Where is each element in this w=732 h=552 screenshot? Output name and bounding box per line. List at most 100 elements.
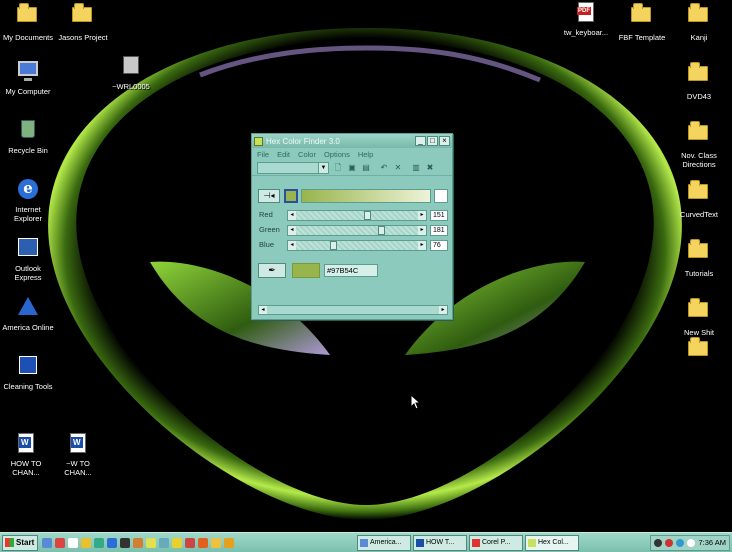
desktop-icon-dvd43[interactable]: DVD43 [669,61,729,101]
red-value-field[interactable]: 151 [430,210,448,221]
paste-icon[interactable]: ▥ [411,163,421,173]
network-icon[interactable] [654,538,663,547]
start-label: Start [16,538,35,547]
blue-slider-thumb[interactable] [330,241,338,250]
hex-value-field[interactable]: #97B54C [324,264,378,277]
aol-icon [17,297,39,319]
task-hex-color-finder[interactable]: Hex Col... [525,534,579,551]
cut-icon[interactable]: ✕ [393,163,403,173]
open-icon[interactable]: ▣ [347,163,357,173]
chevron-down-icon[interactable]: ▼ [318,162,328,173]
hex-color-finder-icon [528,538,536,547]
blue-value-field[interactable]: 76 [430,240,448,251]
eyedropper-button[interactable]: ✒ [258,263,286,278]
search-icon[interactable] [159,537,169,548]
emoji-icon[interactable] [211,537,221,548]
show-desktop-icon[interactable] [42,537,52,548]
right-arrow-icon[interactable]: ▸ [418,241,426,250]
left-arrow-icon[interactable]: ◂ [288,226,296,235]
current-color-swatch[interactable] [284,189,298,203]
desktop-icon-cleaning-tools[interactable]: Cleaning Tools [0,356,58,391]
start-button[interactable]: Start [2,534,38,551]
smiley-icon[interactable] [146,537,156,548]
clock[interactable]: 7:36 AM [698,538,726,547]
menu-color[interactable]: Color [298,150,316,159]
desktop-icon-recycle-bin[interactable]: Recycle Bin [0,120,58,155]
desktop-icon-w-to-chan[interactable]: ~W TO CHAN... [48,433,108,477]
delete-icon[interactable]: ✖ [425,163,435,173]
close-button[interactable]: × [439,136,450,146]
window-title: Hex Color Finder 3.0 [266,136,340,146]
folder-icon [688,3,710,29]
pdf-document-icon [575,2,597,24]
right-arrow-icon[interactable]: ▸ [418,226,426,235]
temp-file-icon [120,56,142,78]
desktop-icon-america-online[interactable]: America Online [0,297,58,332]
green-value-field[interactable]: 181 [430,225,448,236]
volume-icon[interactable] [676,538,685,547]
green-slider-thumb[interactable] [377,226,385,235]
menu-file[interactable]: File [257,150,269,159]
desktop-icon-kanji[interactable]: Kanji [669,2,729,42]
quick-launch [42,537,237,548]
color-combo[interactable]: ▼ [257,161,329,174]
media-icon[interactable] [198,537,208,548]
pin-button[interactable]: ⊣◂ [258,189,280,203]
desktop-icon-nov-class-directions[interactable]: Nov. Class Directions [669,120,729,169]
desktop-icon-outlook-express[interactable]: Outlook Express [0,238,58,282]
desktop-icon-curvedtext[interactable]: CurvedText [669,179,729,219]
undo-icon[interactable]: ↶ [379,163,389,173]
desktop-icon-folder[interactable] [669,336,729,367]
messenger-icon[interactable] [81,537,91,548]
tool-icon[interactable] [224,537,234,548]
right-arrow-icon[interactable]: ▸ [418,211,426,220]
desktop-icon-my-computer[interactable]: My Computer [0,61,58,96]
system-tray: 7:36 AM [650,534,730,551]
blue-slider-row: Blue ◂ ▸ 76 [258,240,448,251]
desktop-icon-tw-keyboard[interactable]: tw_keyboar... [556,2,616,37]
desktop-icon-tutorials[interactable]: Tutorials [669,238,729,278]
terminal-icon[interactable] [120,537,130,548]
left-arrow-icon[interactable]: ◂ [259,306,267,314]
white-swatch[interactable] [434,189,448,203]
green-slider[interactable]: ◂ ▸ [287,225,427,236]
menu-options[interactable]: Options [324,150,350,159]
desktop-icon-new-shit[interactable]: New Shit [669,297,729,337]
red-slider[interactable]: ◂ ▸ [287,210,427,221]
task-how-to[interactable]: HOW T... [413,534,467,551]
desktop-icon-internet-explorer[interactable]: e Internet Explorer [0,179,58,223]
task-corel-paint[interactable]: Corel P... [469,534,523,551]
hand-icon[interactable] [172,537,182,548]
firefox-icon[interactable] [185,537,195,548]
antivirus-icon[interactable] [665,538,674,547]
menu-edit[interactable]: Edit [277,150,290,159]
new-icon[interactable]: 🗋 [333,163,343,173]
maximize-button[interactable]: □ [427,136,438,146]
internet-explorer-icon[interactable] [107,537,117,548]
desktop-icon-my-documents[interactable]: My Documents [0,2,58,42]
internet-explorer-icon: e [17,179,39,201]
hex-color-finder-window: Hex Color Finder 3.0 _ □ × File Edit Col… [251,133,453,320]
desktop-icon-jasons-project[interactable]: Jasons Project [53,2,113,42]
shade-gradient-bar[interactable] [301,189,431,203]
browser-icon[interactable] [94,537,104,548]
left-arrow-icon[interactable]: ◂ [288,241,296,250]
aol-icon [360,538,368,547]
paint-icon[interactable] [133,537,143,548]
task-america-online[interactable]: America... [357,534,411,551]
save-icon[interactable]: ▤ [361,163,371,173]
desktop-icon-fbf-template[interactable]: FBF Template [612,2,672,42]
tray-app-icon[interactable] [687,538,696,547]
blue-label: Blue [259,240,275,249]
right-arrow-icon[interactable]: ▸ [439,306,447,314]
blue-slider[interactable]: ◂ ▸ [287,240,427,251]
left-arrow-icon[interactable]: ◂ [288,211,296,220]
horizontal-scrollbar[interactable]: ◂ ▸ [258,305,448,315]
title-bar[interactable]: Hex Color Finder 3.0 _ □ × [252,134,452,148]
menu-help[interactable]: Help [358,150,373,159]
red-slider-thumb[interactable] [364,211,372,220]
desktop-icon-wrl0005[interactable]: ~WRL0005 [101,56,161,91]
minimize-button[interactable]: _ [415,136,426,146]
notepad-icon[interactable] [68,537,78,548]
media-player-icon[interactable] [55,537,65,548]
